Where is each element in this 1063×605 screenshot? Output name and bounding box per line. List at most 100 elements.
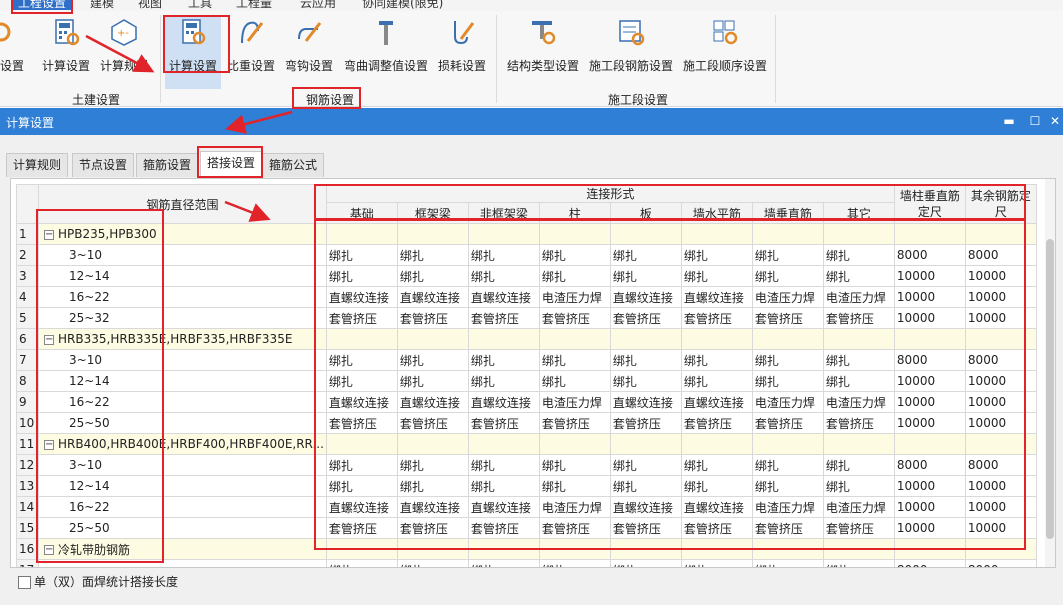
connection-cell[interactable] xyxy=(325,328,398,350)
connection-cell[interactable]: 套管挤压 xyxy=(822,307,895,329)
stock-length-cell[interactable]: 10000 xyxy=(964,307,1037,329)
stock-length-cell[interactable] xyxy=(893,223,966,245)
connection-cell[interactable]: 电渣压力焊 xyxy=(822,286,895,308)
stock-length-cell[interactable]: 8000 xyxy=(964,244,1037,266)
structure-type-button[interactable]: 结构类型设置 xyxy=(505,15,581,85)
connection-cell[interactable] xyxy=(467,538,540,560)
connection-cell[interactable]: 直螺纹连接 xyxy=(396,286,469,308)
stock-length-cell[interactable] xyxy=(893,328,966,350)
connection-cell[interactable] xyxy=(609,223,682,245)
connection-cell[interactable]: 套管挤压 xyxy=(325,517,398,539)
connection-cell[interactable]: 绑扎 xyxy=(396,559,469,567)
table-row[interactable]: 10 25~50 套管挤压 套管挤压 套管挤压 套管挤压 套管挤压 套管挤压 套管挤压 套管挤压 1… xyxy=(16,412,1037,434)
connection-cell[interactable]: 绑扎 xyxy=(467,265,540,287)
diameter-range-cell[interactable]: 3~10 xyxy=(38,349,327,371)
stock-length-cell[interactable]: 10000 xyxy=(893,517,966,539)
collapse-icon[interactable]: − xyxy=(44,334,54,345)
collapse-icon[interactable]: − xyxy=(44,545,54,555)
connection-cell[interactable]: 绑扎 xyxy=(680,349,753,371)
civil-calc-settings-button[interactable]: 计算设置 xyxy=(40,15,92,85)
connection-cell[interactable]: 绑扎 xyxy=(325,475,398,497)
connection-cell[interactable] xyxy=(538,433,611,455)
connection-cell[interactable]: 绑扎 xyxy=(609,370,682,392)
connection-cell[interactable]: 绑扎 xyxy=(538,475,611,497)
connection-cell[interactable] xyxy=(325,538,398,560)
connection-cell[interactable]: 绑扎 xyxy=(325,454,398,476)
connection-cell[interactable] xyxy=(538,328,611,350)
table-row[interactable]: 2 3~10 绑扎 绑扎 绑扎 绑扎 绑扎 绑扎 绑扎 绑扎 8000 8000 xyxy=(16,244,1037,266)
table-row[interactable]: 3 12~14 绑扎 绑扎 绑扎 绑扎 绑扎 绑扎 绑扎 绑扎 10000 10000 xyxy=(16,265,1037,287)
table-row[interactable]: 6− HRB335,HRB335E,HRBF335,HRBF335E xyxy=(16,328,1037,350)
connection-cell[interactable]: 绑扎 xyxy=(822,370,895,392)
stock-length-cell[interactable]: 8000 xyxy=(893,454,966,476)
connection-cell[interactable]: 绑扎 xyxy=(467,475,540,497)
connection-cell[interactable]: 套管挤压 xyxy=(609,517,682,539)
connection-cell[interactable]: 电渣压力焊 xyxy=(538,496,611,518)
diameter-range-cell[interactable]: 25~32 xyxy=(38,307,327,329)
tab-node-settings[interactable]: 节点设置 xyxy=(72,153,135,177)
connection-cell[interactable]: 套管挤压 xyxy=(680,412,753,434)
table-row[interactable]: 13 12~14 绑扎 绑扎 绑扎 绑扎 绑扎 绑扎 绑扎 绑扎 10000 10000 xyxy=(16,475,1037,497)
diameter-range-cell[interactable]: 12~14 xyxy=(38,475,327,497)
connection-cell[interactable] xyxy=(396,538,469,560)
diameter-range-cell[interactable] xyxy=(38,559,327,567)
connection-cell[interactable] xyxy=(396,433,469,455)
maximize-button[interactable]: ☐ xyxy=(1026,112,1044,130)
connection-cell[interactable] xyxy=(609,328,682,350)
diameter-range-cell[interactable]: 12~14 xyxy=(38,370,327,392)
connection-cell[interactable] xyxy=(467,433,540,455)
table-row[interactable]: 16− 冷轧带肋钢筋 xyxy=(16,538,1037,560)
stock-length-cell[interactable]: 10000 xyxy=(893,496,966,518)
connection-cell[interactable] xyxy=(680,538,753,560)
connection-cell[interactable]: 直螺纹连接 xyxy=(680,496,753,518)
connection-cell[interactable]: 直螺纹连接 xyxy=(396,391,469,413)
connection-cell[interactable]: 绑扎 xyxy=(751,475,824,497)
table-row[interactable]: 8 12~14 绑扎 绑扎 绑扎 绑扎 绑扎 绑扎 绑扎 绑扎 10000 10000 xyxy=(16,370,1037,392)
connection-cell[interactable]: 绑扎 xyxy=(396,244,469,266)
collapse-icon[interactable]: − xyxy=(44,439,54,450)
connection-cell[interactable]: 绑扎 xyxy=(680,370,753,392)
connection-cell[interactable] xyxy=(751,223,824,245)
rebar-calc-settings-button[interactable]: 计算设置 xyxy=(165,15,221,89)
connection-cell[interactable]: 绑扎 xyxy=(467,244,540,266)
stock-length-cell[interactable]: 10000 xyxy=(964,412,1037,434)
scrollbar-thumb[interactable] xyxy=(1046,239,1054,539)
connection-cell[interactable]: 绑扎 xyxy=(467,559,540,567)
connection-cell[interactable]: 套管挤压 xyxy=(467,517,540,539)
rebar-group-cell[interactable]: − HRB400,HRB400E,HRBF400,HRBF400E,RR... xyxy=(38,433,327,455)
stock-length-cell[interactable]: 10000 xyxy=(964,286,1037,308)
table-row[interactable]: 17绑扎绑扎绑扎绑扎绑扎绑扎绑扎绑扎80008000 xyxy=(16,559,1037,567)
connection-cell[interactable]: 绑扎 xyxy=(680,559,753,567)
connection-cell[interactable]: 套管挤压 xyxy=(396,517,469,539)
stock-length-cell[interactable] xyxy=(964,223,1037,245)
table-row[interactable]: 14 16~22 直螺纹连接 直螺纹连接 直螺纹连接 电渣压力焊 直螺纹连接 直螺纹连接 电渣压… xyxy=(16,496,1037,518)
connection-cell[interactable]: 直螺纹连接 xyxy=(467,286,540,308)
table-row[interactable]: 7 3~10 绑扎 绑扎 绑扎 绑扎 绑扎 绑扎 绑扎 绑扎 8000 8000 xyxy=(16,349,1037,371)
connection-cell[interactable]: 绑扎 xyxy=(609,244,682,266)
connection-cell[interactable]: 绑扎 xyxy=(396,454,469,476)
minimize-button[interactable]: ▬ xyxy=(1000,112,1018,130)
tab-lap-settings[interactable]: 搭接设置 xyxy=(200,151,263,178)
stock-length-cell[interactable]: 10000 xyxy=(964,517,1037,539)
connection-cell[interactable]: 套管挤压 xyxy=(680,517,753,539)
connection-cell[interactable] xyxy=(822,223,895,245)
connection-cell[interactable]: 绑扎 xyxy=(467,370,540,392)
stock-length-cell[interactable]: 10000 xyxy=(893,412,966,434)
connection-cell[interactable]: 绑扎 xyxy=(822,454,895,476)
connection-cell[interactable]: 套管挤压 xyxy=(396,412,469,434)
connection-cell[interactable]: 绑扎 xyxy=(325,265,398,287)
connection-cell[interactable]: 绑扎 xyxy=(680,265,753,287)
connection-cell[interactable] xyxy=(538,223,611,245)
connection-cell[interactable]: 套管挤压 xyxy=(467,412,540,434)
table-row[interactable]: 4 16~22 直螺纹连接 直螺纹连接 直螺纹连接 电渣压力焊 直螺纹连接 直螺纹连接 电渣压力… xyxy=(16,286,1037,308)
connection-cell[interactable]: 绑扎 xyxy=(822,244,895,266)
stock-length-cell[interactable]: 8000 xyxy=(893,244,966,266)
connection-cell[interactable]: 套管挤压 xyxy=(822,517,895,539)
connection-cell[interactable]: 直螺纹连接 xyxy=(609,496,682,518)
menu-project-settings[interactable]: 工程设置 xyxy=(12,0,73,10)
stock-length-cell[interactable]: 10000 xyxy=(893,286,966,308)
menu-modeling[interactable]: 建模 xyxy=(90,0,114,10)
connection-cell[interactable]: 绑扎 xyxy=(325,559,398,567)
ribbon-cut-button[interactable]: 设置 xyxy=(0,15,24,85)
menu-view[interactable]: 视图 xyxy=(138,0,162,10)
